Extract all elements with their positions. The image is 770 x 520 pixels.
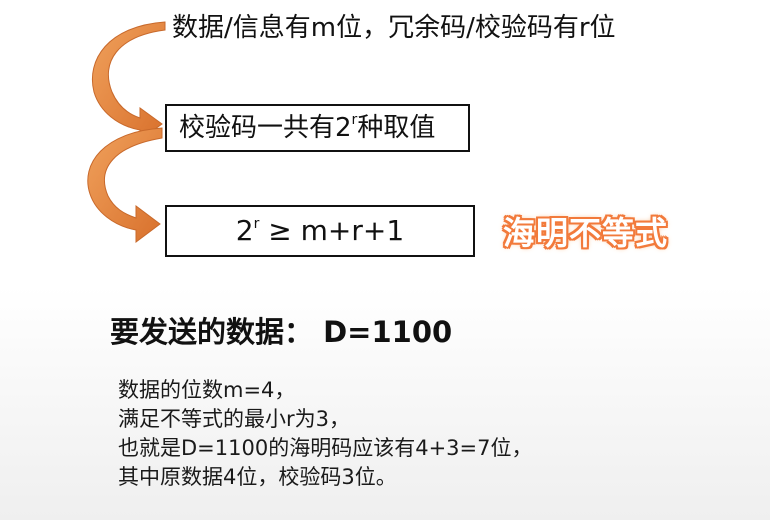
explanation-line: 其中原数据4位，校验码3位。 — [118, 465, 397, 489]
inequality-rest: ≥ m+r+1 — [259, 214, 405, 247]
explanation-line: 满足不等式的最小r为3， — [118, 407, 350, 431]
curved-arrow-bottom-icon — [87, 127, 163, 243]
explanation-line: 也就是D=1100的海明码应该有4+3=7位， — [118, 436, 533, 460]
explanation-line: 数据的位数m=4， — [118, 378, 296, 402]
explanation-block: 数据的位数m=4， 满足不等式的最小r为3， 也就是D=1100的海明码应该有4… — [118, 376, 532, 492]
box1-suffix: 种取值 — [357, 113, 436, 143]
data-to-send-heading: 要发送的数据： D=1100 — [110, 315, 453, 349]
hamming-inequality-label: 海明不等式 — [503, 214, 669, 252]
data-redundancy-statement: 数据/信息有m位，冗余码/校验码有r位 — [172, 13, 616, 43]
hamming-inequality-box: 2r ≥ m+r+1 — [165, 205, 475, 257]
slide: 数据/信息有m位，冗余码/校验码有r位 校验码一共有2r种取值 2r ≥ m+r… — [0, 0, 770, 520]
check-code-values-box: 校验码一共有2r种取值 — [165, 104, 470, 152]
curved-arrow-top-icon — [92, 21, 166, 141]
box1-prefix: 校验码一共有2 — [179, 113, 352, 143]
inequality-base: 2 — [235, 214, 254, 247]
